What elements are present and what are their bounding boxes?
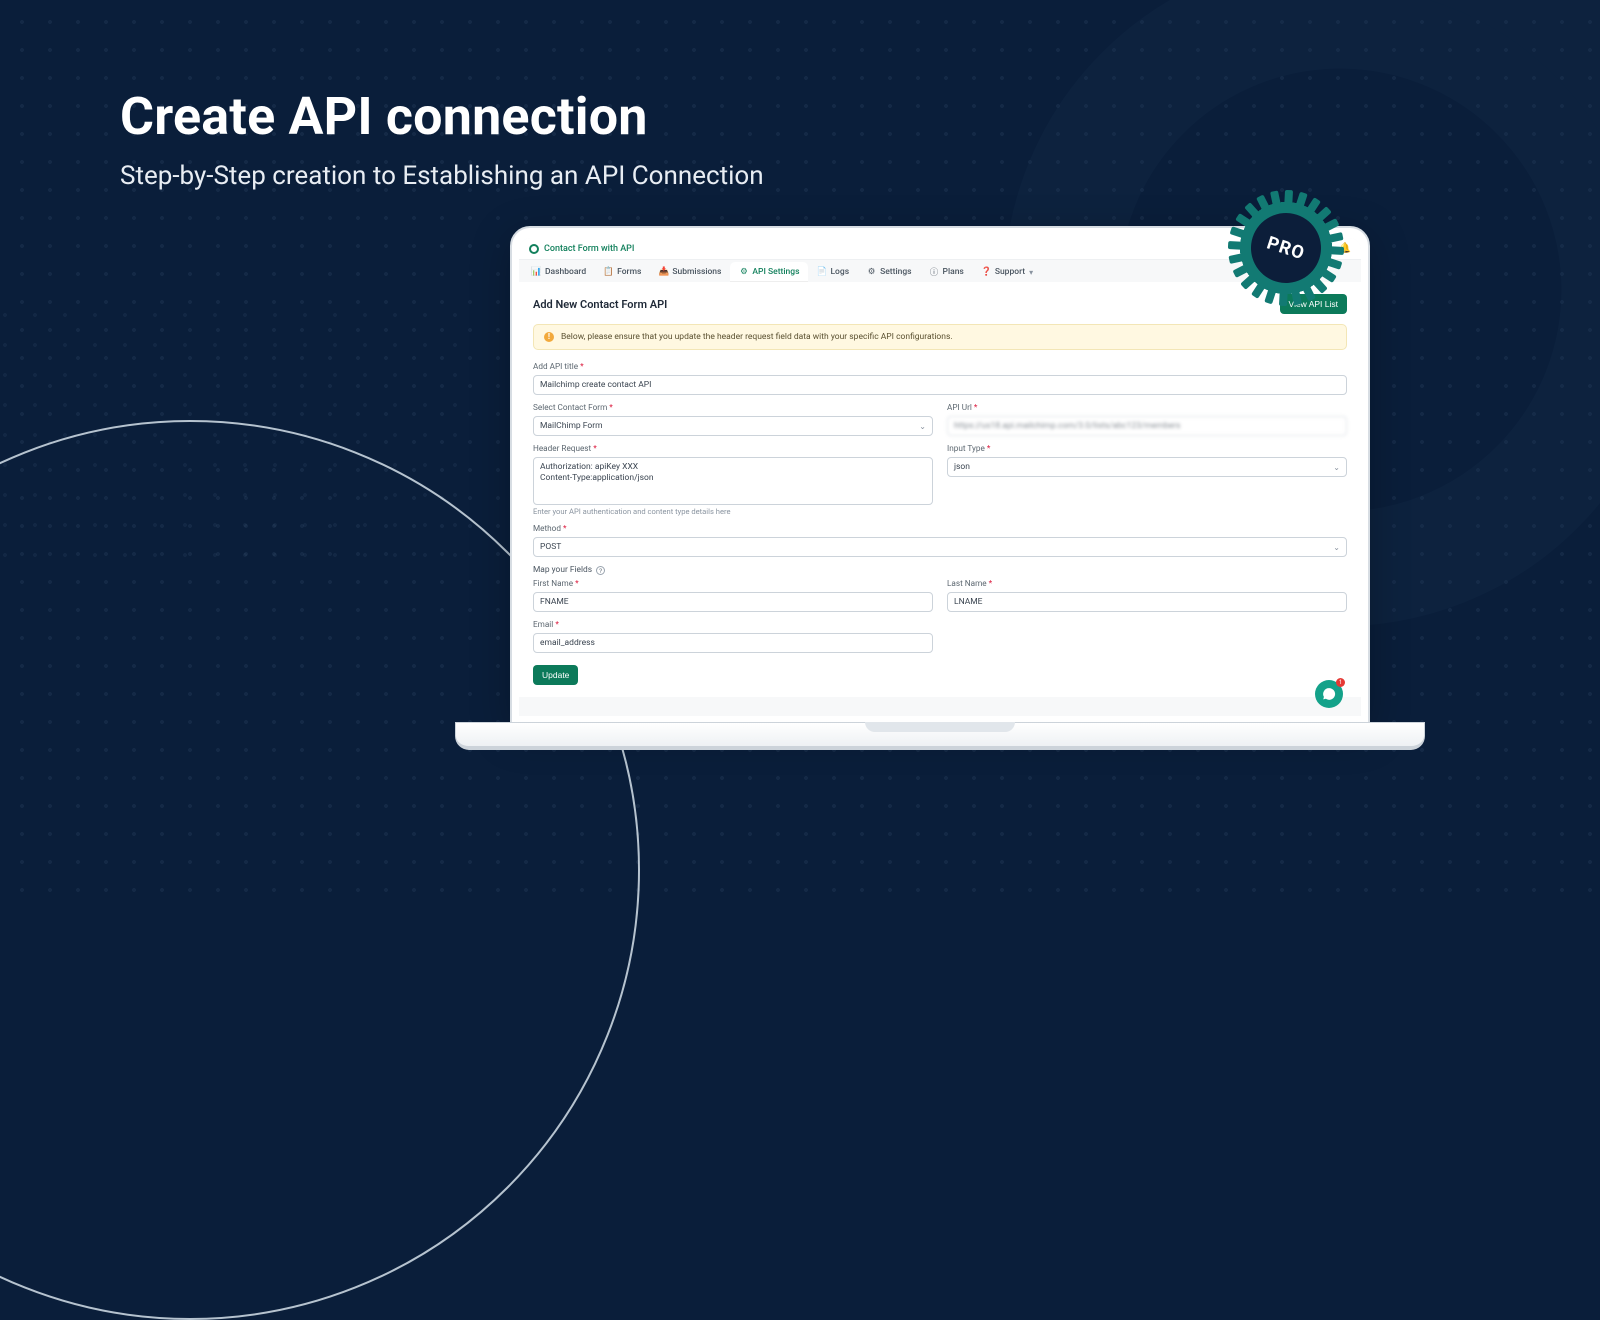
page-body: Add New Contact Form API View API List !…: [519, 282, 1361, 697]
input-api-title[interactable]: Mailchimp create contact API: [533, 375, 1347, 395]
chevron-down-icon: ⌄: [1333, 543, 1340, 552]
laptop-mockup: Contact Form with API 🔔 📊Dashboard 📋Form…: [455, 226, 1425, 766]
field-last-name: Last Name * LNAME: [947, 579, 1347, 612]
dashboard-icon: 📊: [532, 268, 541, 277]
help-icon: ❓: [982, 268, 991, 277]
label-api-url: API Url *: [947, 403, 1347, 413]
label-method: Method *: [533, 524, 1347, 534]
field-method: Method * POST⌄: [533, 524, 1347, 557]
select-contact-form[interactable]: MailChimp Form⌄: [533, 416, 933, 436]
field-header-request: Header Request * Authorization: apiKey X…: [533, 444, 933, 516]
field-input-type: Input Type * json⌄: [947, 444, 1347, 516]
laptop-notch: [865, 722, 1015, 732]
app-screen: Contact Form with API 🔔 📊Dashboard 📋Form…: [519, 238, 1361, 716]
select-input-type[interactable]: json⌄: [947, 457, 1347, 477]
label-last-name: Last Name *: [947, 579, 1347, 589]
headline-subtitle: Step-by-Step creation to Establishing an…: [120, 161, 1500, 191]
field-email: Email * email_address: [533, 620, 933, 653]
field-api-title: Add API title * Mailchimp create contact…: [533, 362, 1347, 395]
tab-support[interactable]: ❓Support ▾: [973, 262, 1042, 282]
warning-icon: !: [544, 332, 554, 342]
field-contact-form: Select Contact Form * MailChimp Form⌄: [533, 403, 933, 436]
headline-block: Create API connection Step-by-Step creat…: [120, 86, 1500, 191]
helper-header-request: Enter your API authentication and conten…: [533, 507, 933, 516]
tab-forms[interactable]: 📋Forms: [595, 262, 650, 282]
brand-text: Contact Form with API: [544, 244, 634, 254]
field-api-url: API Url * https://us18.api.mailchimp.com…: [947, 403, 1347, 436]
chevron-down-icon: ⌄: [1333, 463, 1340, 472]
label-input-type: Input Type *: [947, 444, 1347, 454]
chat-widget[interactable]: 1: [1315, 680, 1343, 708]
tab-dashboard[interactable]: 📊Dashboard: [523, 262, 595, 282]
field-first-name: First Name * FNAME: [533, 579, 933, 612]
info-icon: ⓘ: [930, 268, 939, 277]
headline-title: Create API connection: [120, 86, 1500, 147]
page-title: Add New Contact Form API: [533, 298, 667, 311]
info-alert: ! Below, please ensure that you update t…: [533, 324, 1347, 350]
label-header-request: Header Request *: [533, 444, 933, 454]
tab-settings[interactable]: ⚙Settings: [858, 262, 920, 282]
section-map-fields: Map your Fields ?: [533, 565, 1347, 575]
input-first-name[interactable]: FNAME: [533, 592, 933, 612]
input-last-name[interactable]: LNAME: [947, 592, 1347, 612]
tab-plans[interactable]: ⓘPlans: [921, 262, 973, 282]
tab-api-settings[interactable]: ⚙API Settings: [730, 262, 808, 282]
alert-text: Below, please ensure that you update the…: [561, 332, 953, 342]
forms-icon: 📋: [604, 268, 613, 277]
chat-icon: [1322, 687, 1336, 701]
label-contact-form: Select Contact Form *: [533, 403, 933, 413]
logs-icon: 📄: [817, 268, 826, 277]
select-method[interactable]: POST⌄: [533, 537, 1347, 557]
label-email: Email *: [533, 620, 933, 630]
app-brand: Contact Form with API: [529, 244, 634, 254]
pro-badge: PRO: [1228, 190, 1344, 306]
submissions-icon: 📥: [659, 268, 668, 277]
chevron-down-icon: ▾: [1029, 268, 1033, 277]
input-email[interactable]: email_address: [533, 633, 933, 653]
input-api-url[interactable]: https://us18.api.mailchimp.com/3.0/lists…: [947, 416, 1347, 436]
textarea-header-request[interactable]: Authorization: apiKey XXX Content-Type:a…: [533, 457, 933, 505]
gear-icon: ⚙: [739, 268, 748, 277]
tab-logs[interactable]: 📄Logs: [808, 262, 858, 282]
gear-icon: ⚙: [867, 268, 876, 277]
chevron-down-icon: ⌄: [919, 422, 926, 431]
help-icon[interactable]: ?: [596, 566, 605, 575]
update-button[interactable]: Update: [533, 665, 578, 685]
page-header: Add New Contact Form API View API List: [533, 294, 1347, 314]
brand-icon: [529, 244, 539, 254]
label-api-title: Add API title *: [533, 362, 1347, 372]
chat-badge: 1: [1336, 678, 1345, 687]
tab-submissions[interactable]: 📥Submissions: [650, 262, 730, 282]
label-first-name: First Name *: [533, 579, 933, 589]
